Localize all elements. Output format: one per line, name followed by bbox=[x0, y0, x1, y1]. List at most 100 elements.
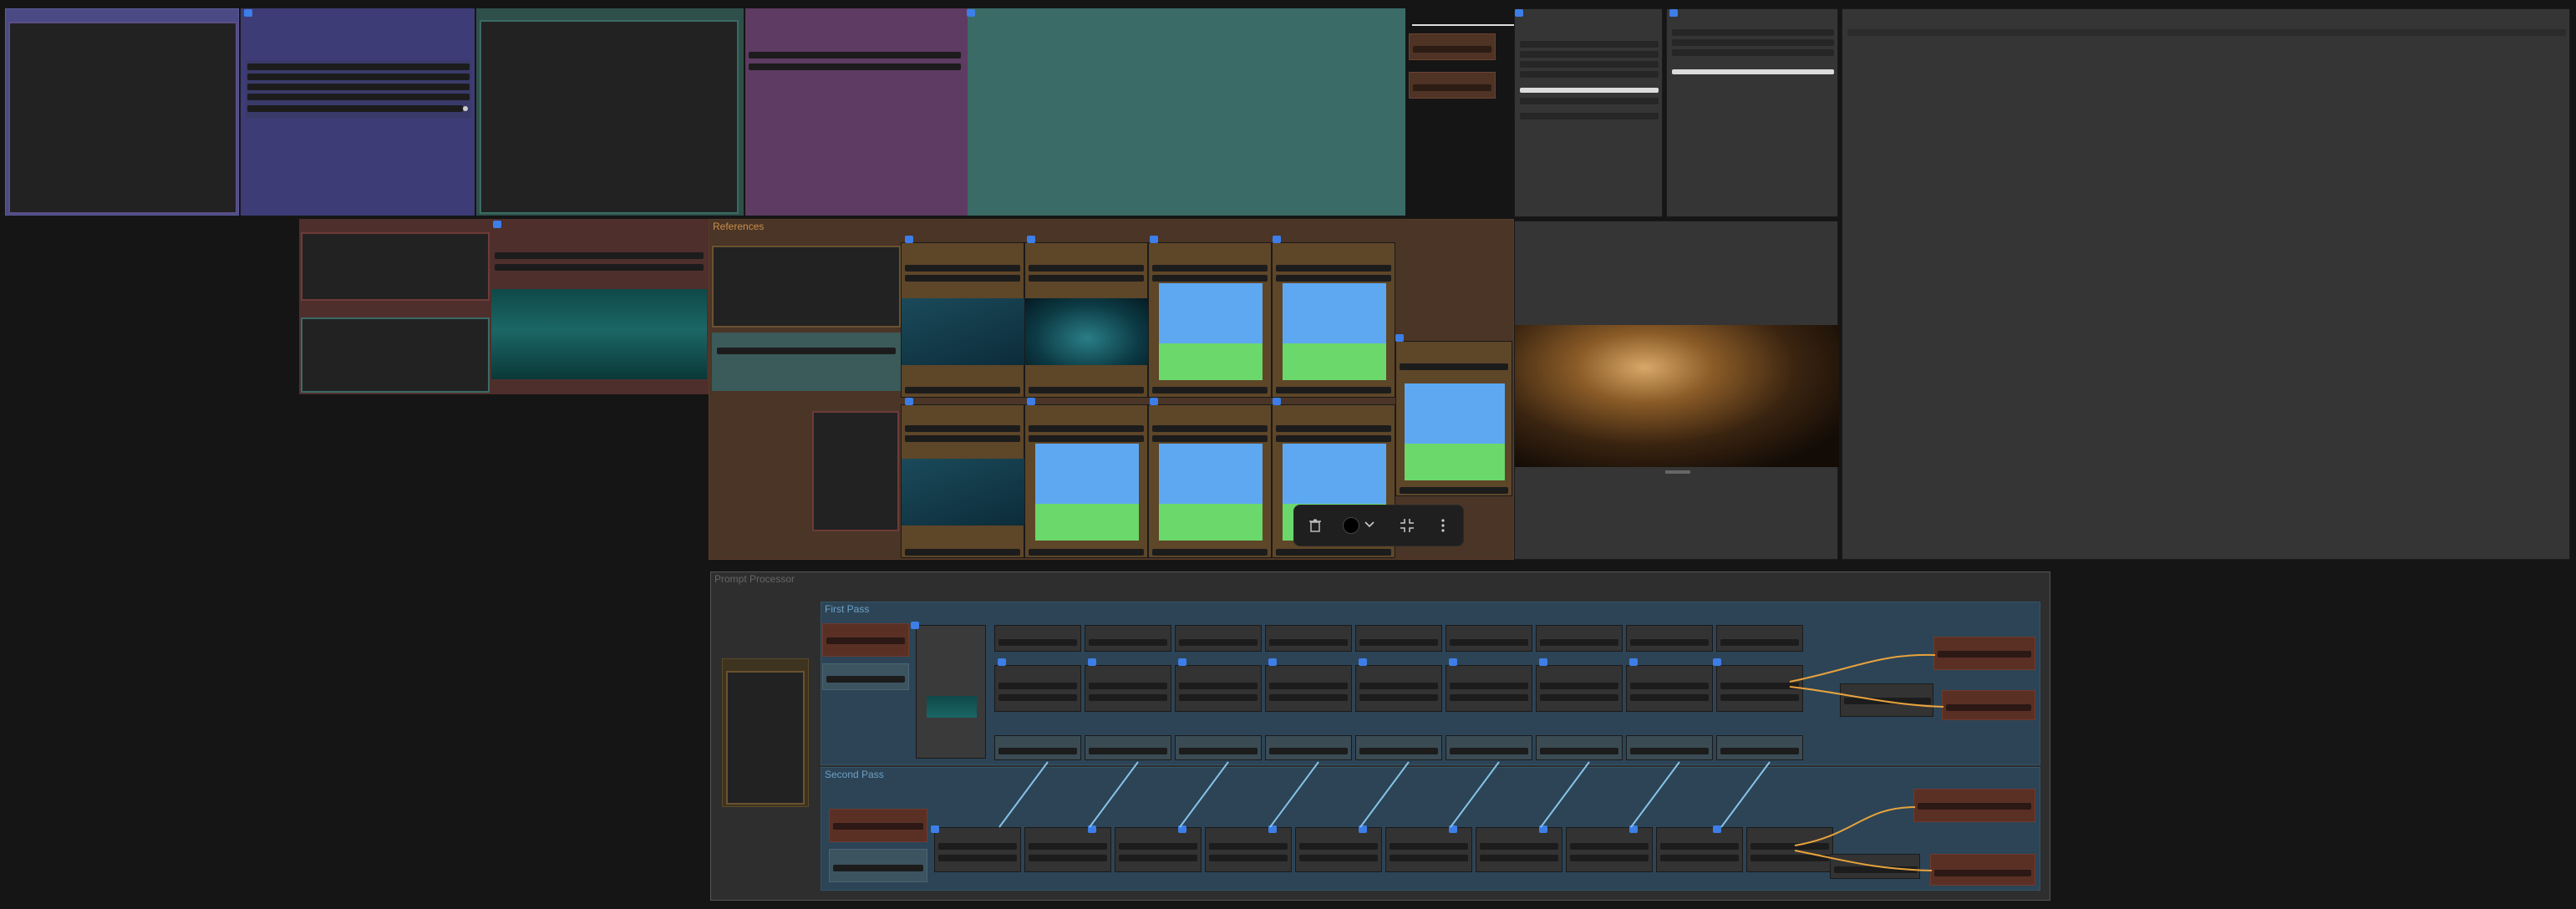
fp-top-node[interactable] bbox=[1626, 625, 1713, 652]
node-large-gray[interactable] bbox=[1842, 8, 2570, 560]
node-badge[interactable] bbox=[1515, 9, 1523, 17]
field-row[interactable] bbox=[1540, 694, 1618, 701]
field-row[interactable] bbox=[1152, 425, 1268, 432]
ref-tile[interactable] bbox=[1148, 404, 1272, 558]
node-badge[interactable] bbox=[1178, 658, 1186, 666]
field-row[interactable] bbox=[1918, 803, 2031, 810]
field-row[interactable] bbox=[1570, 855, 1649, 861]
node-badge[interactable] bbox=[1713, 825, 1721, 833]
node-badge[interactable] bbox=[1713, 658, 1721, 666]
field-row[interactable] bbox=[1209, 843, 1288, 850]
field-row[interactable] bbox=[1938, 651, 2031, 658]
fp-top-node[interactable] bbox=[1355, 625, 1442, 652]
field-row[interactable] bbox=[1750, 843, 1829, 850]
ref-tile[interactable] bbox=[1024, 404, 1148, 558]
field-row[interactable] bbox=[1089, 683, 1167, 689]
field-row[interactable] bbox=[1152, 265, 1268, 272]
node-sp-red[interactable] bbox=[829, 809, 927, 842]
sp-output-node[interactable] bbox=[1830, 854, 1920, 879]
field-row[interactable] bbox=[1480, 855, 1558, 861]
field-row[interactable] bbox=[1179, 639, 1258, 646]
field-row[interactable] bbox=[1390, 855, 1468, 861]
field-row[interactable] bbox=[833, 865, 923, 871]
field-row[interactable] bbox=[1630, 694, 1709, 701]
field-row[interactable] bbox=[1269, 683, 1348, 689]
field-row[interactable] bbox=[998, 683, 1077, 689]
field-row[interactable] bbox=[938, 843, 1017, 850]
node-red-preview[interactable] bbox=[301, 232, 490, 301]
node-fp-image[interactable] bbox=[916, 625, 986, 759]
field-row[interactable] bbox=[1844, 698, 1931, 704]
toggle-icon[interactable] bbox=[463, 106, 468, 111]
field-row[interactable] bbox=[1029, 387, 1144, 394]
fp-top-node[interactable] bbox=[1085, 625, 1171, 652]
field-row[interactable] bbox=[1672, 49, 1834, 56]
ref-tile[interactable] bbox=[1395, 341, 1512, 496]
fp-mid-node[interactable] bbox=[994, 665, 1081, 712]
field-row[interactable] bbox=[905, 435, 1020, 442]
node-settings-panel-2[interactable] bbox=[1666, 8, 1838, 217]
fp-top-node[interactable] bbox=[1175, 625, 1262, 652]
fp-output-node[interactable] bbox=[1840, 683, 1933, 717]
node-badge[interactable] bbox=[1449, 825, 1457, 833]
node-ref-preview[interactable] bbox=[712, 246, 901, 328]
field-row[interactable] bbox=[833, 823, 923, 830]
fp-output-red[interactable] bbox=[1942, 690, 2035, 720]
field-row[interactable] bbox=[1029, 435, 1144, 442]
field-row[interactable] bbox=[998, 639, 1077, 646]
sp-node[interactable] bbox=[1205, 827, 1292, 872]
field-row[interactable] bbox=[1276, 425, 1391, 432]
field-row[interactable] bbox=[1720, 639, 1799, 646]
field-row[interactable] bbox=[1152, 435, 1268, 442]
node-text-list[interactable] bbox=[246, 60, 471, 119]
field-row[interactable] bbox=[1179, 694, 1258, 701]
node-badge[interactable] bbox=[1539, 825, 1547, 833]
group-top-aqua[interactable] bbox=[968, 8, 1405, 216]
group-top-magenta[interactable] bbox=[745, 8, 968, 216]
ref-tile[interactable] bbox=[1148, 242, 1272, 398]
fp-bottom-node[interactable] bbox=[1446, 735, 1532, 760]
field-row[interactable] bbox=[1450, 683, 1528, 689]
field-row[interactable] bbox=[1660, 843, 1739, 850]
field-row[interactable] bbox=[247, 74, 470, 80]
field-row[interactable] bbox=[1029, 843, 1107, 850]
field-row[interactable] bbox=[1630, 683, 1709, 689]
ref-tile[interactable] bbox=[901, 404, 1025, 558]
field-row[interactable] bbox=[1400, 487, 1508, 494]
fp-mid-node[interactable] bbox=[1626, 665, 1713, 712]
node-badge[interactable] bbox=[1268, 825, 1277, 833]
field-row[interactable] bbox=[1152, 275, 1268, 282]
node-badge[interactable] bbox=[493, 221, 501, 228]
fp-mid-node[interactable] bbox=[1085, 665, 1171, 712]
fit-view-icon[interactable] bbox=[1400, 518, 1415, 533]
fp-bottom-node[interactable] bbox=[1175, 735, 1262, 760]
node-orange-small-a[interactable] bbox=[1409, 33, 1496, 60]
field-row[interactable] bbox=[1152, 549, 1268, 556]
node-badge[interactable] bbox=[1150, 236, 1158, 243]
fp-mid-node[interactable] bbox=[1265, 665, 1352, 712]
fp-bottom-node[interactable] bbox=[994, 735, 1081, 760]
field-row[interactable] bbox=[1029, 425, 1144, 432]
node-badge[interactable] bbox=[244, 9, 252, 17]
sp-node[interactable] bbox=[1115, 827, 1202, 872]
field-row[interactable] bbox=[938, 855, 1017, 861]
field-row[interactable] bbox=[1359, 683, 1438, 689]
node-badge[interactable] bbox=[967, 9, 975, 17]
node-badge[interactable] bbox=[1669, 9, 1678, 17]
sp-node[interactable] bbox=[1656, 827, 1743, 872]
fp-mid-node[interactable] bbox=[1175, 665, 1262, 712]
node-image-preview[interactable] bbox=[1514, 221, 1839, 560]
field-row[interactable] bbox=[1299, 855, 1378, 861]
sp-node[interactable] bbox=[1385, 827, 1472, 872]
field-row[interactable] bbox=[826, 637, 905, 644]
field-row[interactable] bbox=[905, 275, 1020, 282]
field-row[interactable] bbox=[1946, 704, 2031, 711]
field-row[interactable] bbox=[1089, 748, 1167, 754]
sp-node[interactable] bbox=[934, 827, 1021, 872]
field-row[interactable] bbox=[1672, 39, 1834, 46]
field-row[interactable] bbox=[1276, 387, 1391, 394]
field-row[interactable] bbox=[247, 105, 463, 112]
field-row[interactable] bbox=[1720, 683, 1799, 689]
field-row[interactable] bbox=[1834, 866, 1918, 873]
node-badge[interactable] bbox=[1088, 825, 1096, 833]
